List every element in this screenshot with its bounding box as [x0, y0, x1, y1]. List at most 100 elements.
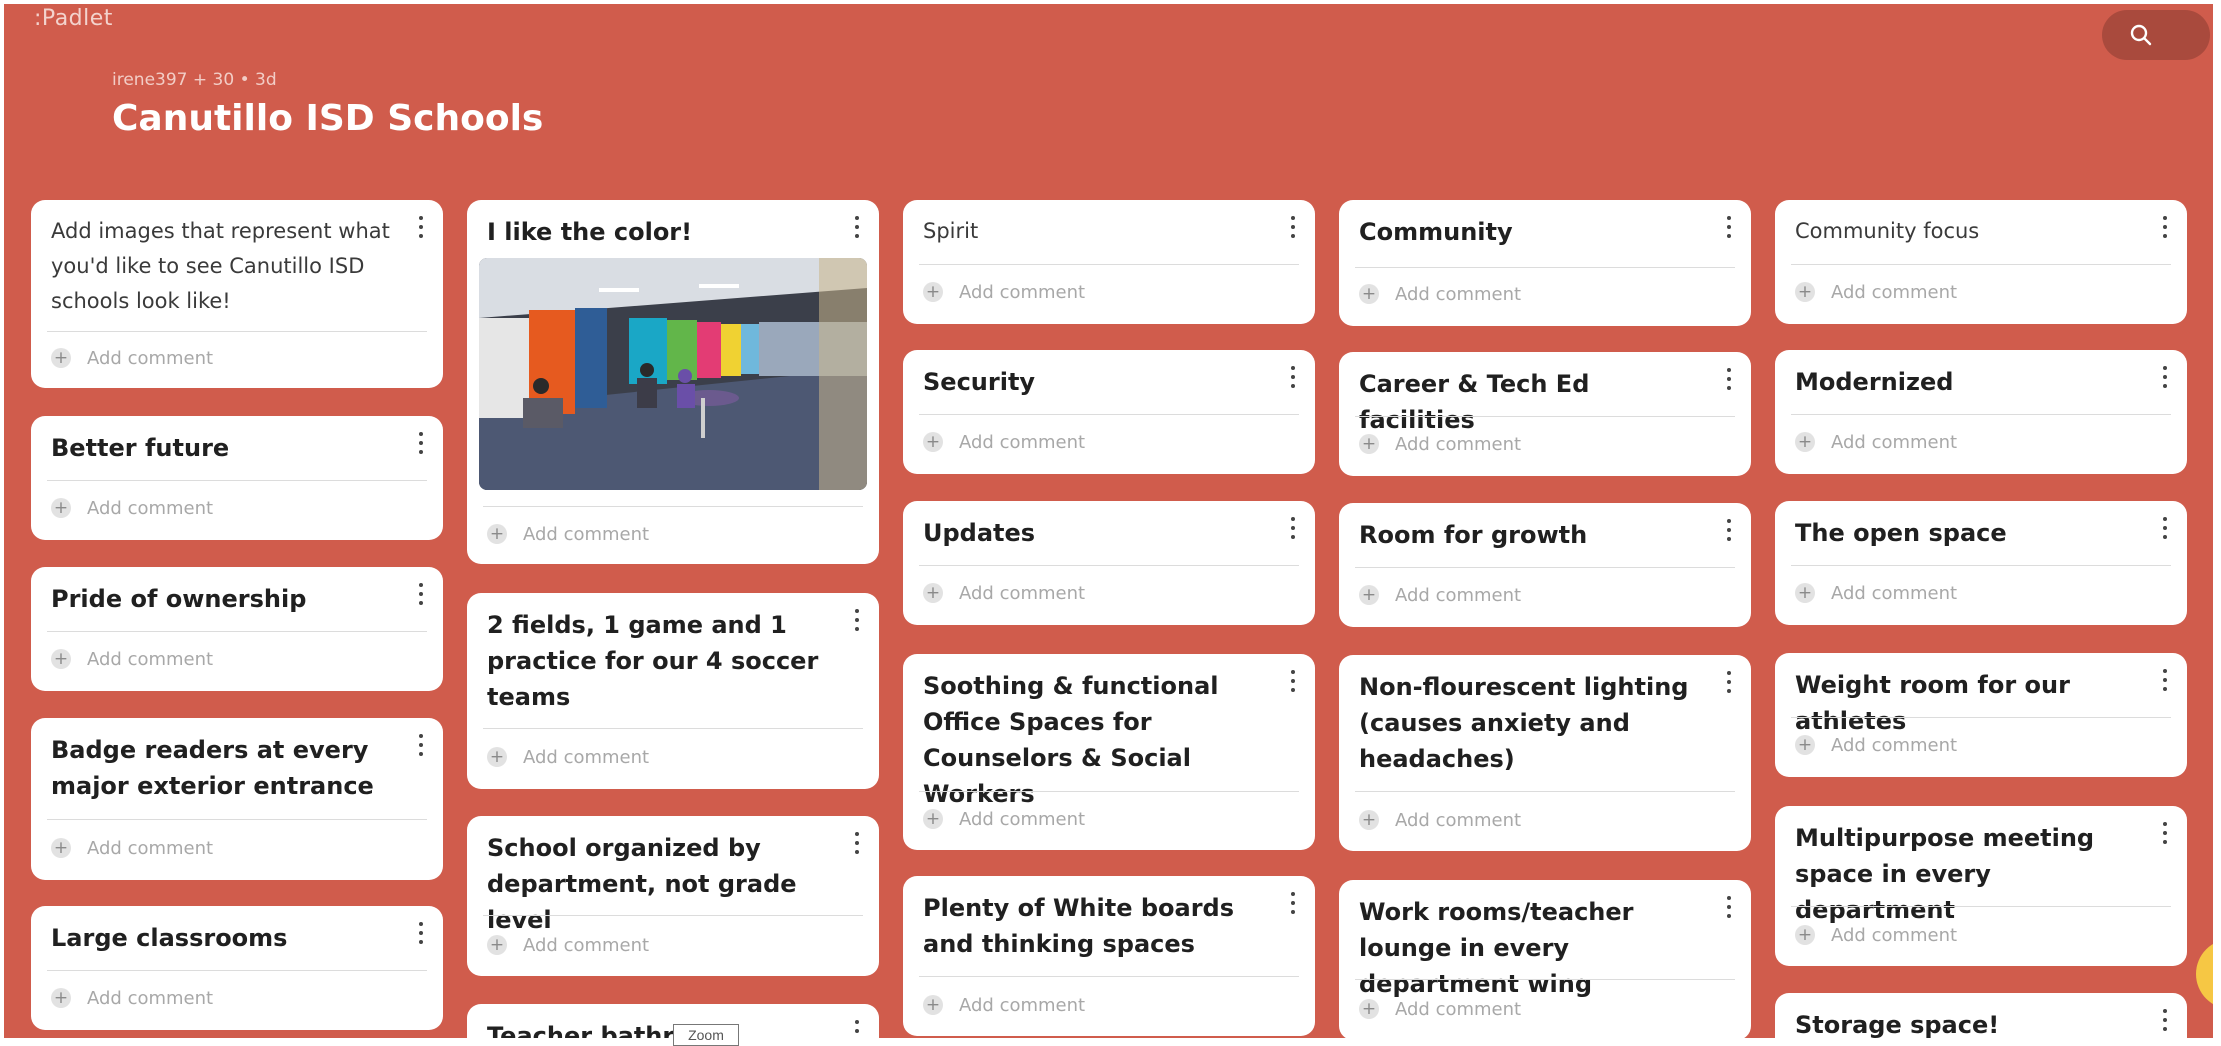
padlet-logo[interactable]: :Padlet: [34, 6, 113, 31]
plus-icon: +: [1359, 585, 1379, 605]
post-card[interactable]: Badge readers at every major exterior en…: [31, 718, 443, 880]
add-comment-button[interactable]: + Add comment: [51, 647, 213, 671]
post-card[interactable]: Career & Tech Ed facilities + Add commen…: [1339, 352, 1751, 476]
post-menu-icon[interactable]: [2159, 667, 2171, 693]
post-text: Add images that represent what you'd lik…: [51, 219, 390, 313]
post-menu-icon[interactable]: [2159, 1007, 2171, 1033]
add-comment-button[interactable]: + Add comment: [487, 933, 649, 957]
add-comment-button[interactable]: + Add comment: [1795, 733, 1957, 757]
search-button[interactable]: [2102, 10, 2210, 60]
add-comment-button[interactable]: + Add comment: [1795, 280, 1957, 304]
plus-icon: +: [923, 282, 943, 302]
post-card[interactable]: Better future + Add comment: [31, 416, 443, 540]
add-comment-label: Add comment: [1831, 582, 1958, 604]
post-text: Non-flourescent lighting (causes anxiety…: [1359, 673, 1689, 773]
add-comment-button[interactable]: + Add comment: [1795, 923, 1957, 947]
post-menu-icon[interactable]: [2159, 515, 2171, 541]
post-card[interactable]: Security + Add comment: [903, 350, 1315, 474]
add-comment-button[interactable]: + Add comment: [923, 280, 1085, 304]
add-comment-button[interactable]: + Add comment: [51, 986, 213, 1010]
post-card[interactable]: Pride of ownership + Add comment: [31, 567, 443, 691]
add-comment-button[interactable]: + Add comment: [1795, 430, 1957, 454]
post-menu-icon[interactable]: [2159, 820, 2171, 846]
plus-icon: +: [51, 348, 71, 368]
post-menu-icon[interactable]: [415, 920, 427, 946]
post-text: Multipurpose meeting space in every depa…: [1795, 824, 2095, 924]
post-card[interactable]: Community focus + Add comment: [1775, 200, 2187, 324]
post-divider: [483, 728, 863, 729]
post-menu-icon[interactable]: [1287, 890, 1299, 916]
post-menu-icon[interactable]: [1723, 517, 1735, 543]
add-comment-button[interactable]: + Add comment: [487, 745, 649, 769]
post-divider: [1791, 906, 2171, 907]
post-card[interactable]: The open space + Add comment: [1775, 501, 2187, 625]
add-comment-button[interactable]: + Add comment: [1795, 581, 1957, 605]
post-menu-icon[interactable]: [851, 214, 863, 240]
post-menu-icon[interactable]: [415, 732, 427, 758]
post-card[interactable]: Storage space!: [1775, 993, 2187, 1038]
add-comment-label: Add comment: [959, 808, 1086, 830]
post-card[interactable]: Weight room for our athletes + Add comme…: [1775, 653, 2187, 777]
post-card[interactable]: Modernized + Add comment: [1775, 350, 2187, 474]
add-comment-label: Add comment: [87, 347, 214, 369]
post-card[interactable]: Work rooms/teacher lounge in every depar…: [1339, 880, 1751, 1038]
add-comment-button[interactable]: + Add comment: [1359, 583, 1521, 607]
add-comment-label: Add comment: [523, 523, 650, 545]
add-comment-button[interactable]: + Add comment: [1359, 997, 1521, 1021]
post-divider: [47, 480, 427, 481]
add-comment-label: Add comment: [523, 746, 650, 768]
add-comment-button[interactable]: + Add comment: [1359, 432, 1521, 456]
add-comment-button[interactable]: + Add comment: [51, 346, 213, 370]
post-divider: [919, 565, 1299, 566]
post-menu-icon[interactable]: [2159, 214, 2171, 240]
add-comment-button[interactable]: + Add comment: [1359, 282, 1521, 306]
post-menu-icon[interactable]: [415, 581, 427, 607]
add-post-button[interactable]: [2196, 939, 2213, 1009]
post-card[interactable]: I like the color! + Add comment: [467, 200, 879, 564]
post-card[interactable]: Updates + Add comment: [903, 501, 1315, 625]
post-card[interactable]: Large classrooms + Add comment: [31, 906, 443, 1030]
post-divider: [483, 915, 863, 916]
post-menu-icon[interactable]: [1723, 366, 1735, 392]
post-menu-icon[interactable]: [415, 214, 427, 240]
plus-icon: +: [487, 935, 507, 955]
post-card[interactable]: School organized by department, not grad…: [467, 816, 879, 976]
post-card[interactable]: Non-flourescent lighting (causes anxiety…: [1339, 655, 1751, 851]
post-menu-icon[interactable]: [851, 830, 863, 856]
post-menu-icon[interactable]: [415, 430, 427, 456]
post-menu-icon[interactable]: [1287, 515, 1299, 541]
post-card[interactable]: 2 fields, 1 game and 1 practice for our …: [467, 593, 879, 789]
add-comment-button[interactable]: + Add comment: [923, 807, 1085, 831]
post-card[interactable]: Soothing & functional Office Spaces for …: [903, 654, 1315, 850]
post-menu-icon[interactable]: [1287, 214, 1299, 240]
post-text: Security: [923, 368, 1036, 396]
post-menu-icon[interactable]: [1287, 668, 1299, 694]
post-menu-icon[interactable]: [1723, 669, 1735, 695]
post-menu-icon[interactable]: [1723, 894, 1735, 920]
plus-icon: +: [1795, 432, 1815, 452]
post-menu-icon[interactable]: [1723, 214, 1735, 240]
post-text: Community: [1359, 218, 1513, 246]
add-comment-button[interactable]: + Add comment: [923, 581, 1085, 605]
post-menu-icon[interactable]: [1287, 364, 1299, 390]
post-menu-icon[interactable]: [2159, 364, 2171, 390]
add-comment-button[interactable]: + Add comment: [51, 496, 213, 520]
post-card[interactable]: Community + Add comment: [1339, 200, 1751, 326]
post-image[interactable]: [479, 258, 867, 490]
add-comment-button[interactable]: + Add comment: [923, 993, 1085, 1017]
post-card[interactable]: Plenty of White boards and thinking spac…: [903, 876, 1315, 1036]
post-menu-icon[interactable]: [851, 1018, 863, 1038]
add-comment-button[interactable]: + Add comment: [51, 836, 213, 860]
post-text: Plenty of White boards and thinking spac…: [923, 894, 1234, 958]
plus-icon: +: [1795, 282, 1815, 302]
post-card[interactable]: Multipurpose meeting space in every depa…: [1775, 806, 2187, 966]
post-divider: [47, 970, 427, 971]
plus-icon: +: [51, 498, 71, 518]
add-comment-button[interactable]: + Add comment: [1359, 808, 1521, 832]
add-comment-button[interactable]: + Add comment: [487, 522, 649, 546]
post-menu-icon[interactable]: [851, 607, 863, 633]
add-comment-button[interactable]: + Add comment: [923, 430, 1085, 454]
post-card[interactable]: Room for growth + Add comment: [1339, 503, 1751, 627]
post-card[interactable]: Add images that represent what you'd lik…: [31, 200, 443, 388]
post-card[interactable]: Spirit + Add comment: [903, 200, 1315, 324]
